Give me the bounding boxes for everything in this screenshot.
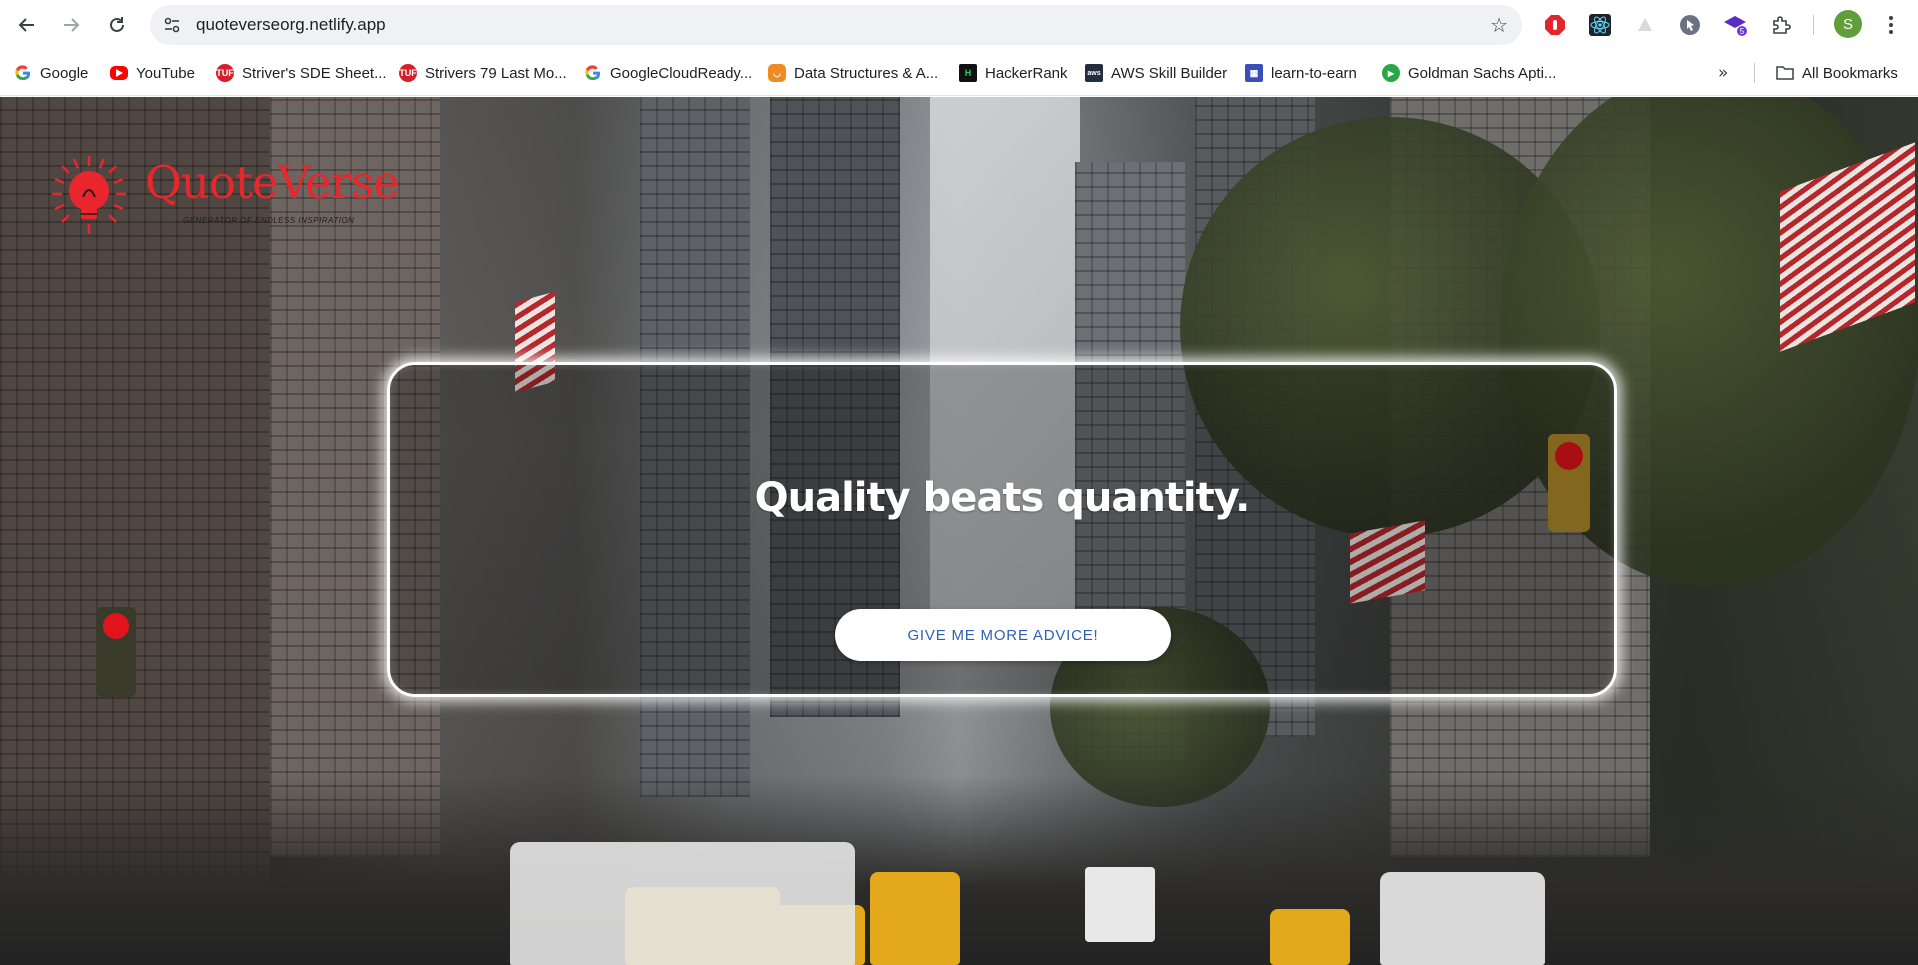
bookmark-label: Strivers 79 Last Mo... xyxy=(425,64,567,82)
coding-ninjas-icon: ◡ xyxy=(768,64,786,82)
google-icon xyxy=(584,64,602,82)
background-bus xyxy=(510,842,855,965)
bookmark-label: GoogleCloudReady... xyxy=(610,64,753,82)
reload-icon xyxy=(110,17,124,32)
learn-icon: ▦ xyxy=(1245,64,1263,82)
quote-text: Quality beats quantity. xyxy=(754,475,1251,521)
site-info-button[interactable] xyxy=(158,11,186,39)
back-button[interactable] xyxy=(12,10,42,40)
background-van xyxy=(1380,872,1545,965)
puzzle-icon[interactable] xyxy=(1769,13,1793,37)
bookmark-goldman-sachs[interactable]: ▶ Goldman Sachs Apti... xyxy=(1382,62,1556,84)
logo-name: QuoteVerse xyxy=(145,156,400,209)
traffic-light xyxy=(96,607,136,697)
all-bookmarks-button[interactable]: All Bookmarks xyxy=(1776,62,1898,84)
bookmark-label: Google xyxy=(40,64,89,82)
site-logo[interactable]: QuoteVerse GENERATOR OF ENDLESS INSPIRAT… xyxy=(50,154,400,244)
star-icon[interactable]: ☆ xyxy=(1490,13,1508,37)
google-icon xyxy=(14,64,32,82)
drive-extension-icon[interactable] xyxy=(1633,13,1657,37)
browser-toolbar: quoteverseorg.netlify.app ☆ 5 S xyxy=(0,0,1918,50)
bookmark-youtube[interactable]: YouTube xyxy=(110,62,195,84)
bookmark-label: HackerRank xyxy=(985,64,1068,82)
all-bookmarks-label: All Bookmarks xyxy=(1802,64,1898,82)
tuf-icon: TUF xyxy=(216,64,234,82)
aws-icon: aws xyxy=(1085,64,1103,82)
page-viewport: QuoteVerse GENERATOR OF ENDLESS INSPIRAT… xyxy=(0,97,1918,965)
bookmark-label: AWS Skill Builder xyxy=(1111,64,1228,82)
bookmark-googlecloudready[interactable]: GoogleCloudReady... xyxy=(584,62,752,84)
lightbulb-logo-icon xyxy=(52,156,126,234)
bookmark-strivers-79[interactable]: TUF Strivers 79 Last Mo... xyxy=(399,62,567,84)
background-taxi xyxy=(870,872,960,965)
toolbar-divider xyxy=(1813,15,1814,35)
bookmarks-divider xyxy=(1754,63,1755,83)
bookmark-data-structures[interactable]: ◡ Data Structures & A... xyxy=(768,62,938,84)
tuf-icon: TUF xyxy=(399,64,417,82)
bookmark-label: Data Structures & A... xyxy=(794,64,939,82)
logo-tagline: GENERATOR OF ENDLESS INSPIRATION xyxy=(183,216,355,225)
bookmarks-bar: Google YouTube TUF Striver's SDE Sheet..… xyxy=(0,50,1918,96)
double-chevron-icon[interactable]: » xyxy=(1718,62,1728,84)
address-bar[interactable]: quoteverseorg.netlify.app ☆ xyxy=(150,5,1522,45)
bookmark-hackerrank[interactable]: H HackerRank xyxy=(959,62,1068,84)
background-ambulance xyxy=(1085,867,1155,942)
bookmark-google[interactable]: Google xyxy=(14,62,88,84)
cursor-extension-icon[interactable] xyxy=(1678,13,1702,37)
profile-avatar[interactable]: S xyxy=(1834,10,1862,38)
quote-card: Quality beats quantity. GIVE ME MORE ADV… xyxy=(387,362,1617,697)
hackerrank-icon: H xyxy=(959,64,977,82)
url-text[interactable]: quoteverseorg.netlify.app xyxy=(196,5,386,45)
bookmark-label: learn-to-earn xyxy=(1271,64,1357,82)
tune-icon xyxy=(164,17,180,33)
bookmark-label: Striver's SDE Sheet... xyxy=(242,64,387,82)
bookmark-label: YouTube xyxy=(136,64,195,82)
youtube-icon xyxy=(110,66,128,80)
bookmark-learn-to-earn[interactable]: ▦ learn-to-earn xyxy=(1245,62,1357,84)
reload-button[interactable] xyxy=(102,10,132,40)
bookmark-label: Goldman Sachs Apti... xyxy=(1408,64,1557,82)
background-taxi xyxy=(1270,909,1350,965)
shield-play-icon: ▶ xyxy=(1382,64,1400,82)
extension-badge: 5 xyxy=(1740,27,1745,36)
kebab-menu-icon[interactable] xyxy=(1879,13,1903,37)
bookmark-aws-skill-builder[interactable]: aws AWS Skill Builder xyxy=(1085,62,1227,84)
folder-icon xyxy=(1776,64,1794,82)
bookmark-strivers-sde[interactable]: TUF Striver's SDE Sheet... xyxy=(216,62,387,84)
react-devtools-icon[interactable] xyxy=(1588,13,1612,37)
arrow-right-icon xyxy=(64,18,80,32)
forward-button[interactable] xyxy=(56,10,86,40)
arrow-left-icon xyxy=(18,18,34,32)
adblock-extension-icon[interactable] xyxy=(1543,13,1567,37)
more-advice-button[interactable]: GIVE ME MORE ADVICE! xyxy=(835,609,1171,661)
graduation-cap-icon[interactable]: 5 xyxy=(1723,13,1747,37)
